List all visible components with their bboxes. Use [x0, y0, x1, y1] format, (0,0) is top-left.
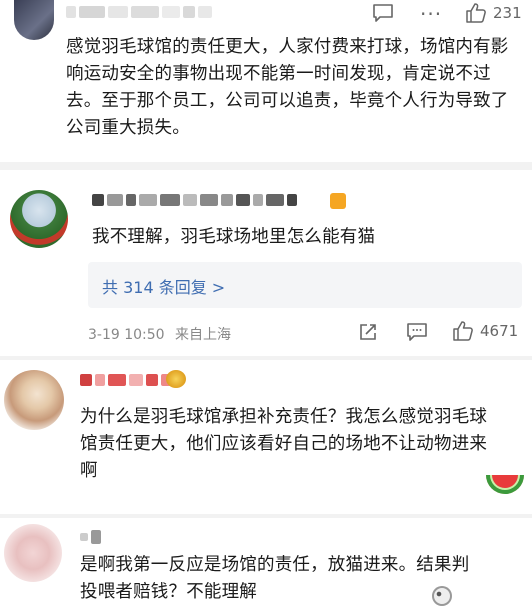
username-blurred[interactable]	[80, 530, 101, 544]
like-count: 231	[493, 4, 522, 22]
avatar[interactable]	[10, 190, 68, 248]
comment-meta: 3-19 10:50 来自上海	[88, 324, 231, 344]
dizzy-emoji	[432, 586, 452, 606]
username-blurred[interactable]	[92, 194, 297, 206]
comment-date: 3-19 10:50	[88, 327, 165, 343]
comment-icon	[373, 4, 393, 22]
avatar[interactable]	[4, 370, 64, 430]
comment-button[interactable]	[372, 3, 394, 23]
comment-text: 感觉羽毛球馆的责任更大，人家付费来打球，场馆内有影响运动安全的事物出现不能第一时…	[66, 37, 509, 138]
comment-text: 我不理解，羽毛球场地里怎么能有猫	[92, 227, 376, 247]
comment-button[interactable]	[406, 322, 428, 342]
more-icon[interactable]: ···	[420, 2, 442, 26]
like-button[interactable]: 231	[465, 2, 522, 24]
like-icon	[466, 3, 486, 23]
comment-icon	[407, 323, 427, 341]
watermelon-emoji	[486, 475, 524, 501]
crown-badge-icon	[166, 370, 186, 388]
avatar[interactable]	[14, 0, 54, 40]
divider	[0, 162, 532, 170]
divider	[0, 356, 532, 360]
badge-icon	[330, 193, 346, 209]
like-button[interactable]: 4671	[452, 320, 518, 342]
like-icon	[453, 321, 473, 341]
reply-count-label: 共 314 条回复 >	[102, 278, 226, 297]
share-icon	[360, 324, 376, 340]
username-blurred[interactable]	[66, 6, 212, 18]
username-blurred[interactable]	[80, 374, 171, 386]
divider	[0, 514, 532, 518]
like-count: 4671	[480, 322, 519, 340]
reply-thread-link[interactable]: 共 314 条回复 >	[88, 262, 522, 308]
comment-location: 来自上海	[175, 327, 232, 343]
share-button[interactable]	[358, 322, 378, 342]
comment-text: 为什么是羽毛球馆承担补充责任？我怎么感觉羽毛球馆责任更大，他们应该看好自己的场地…	[80, 407, 488, 481]
comment-text: 是啊我第一反应是场馆的责任，放猫进来。结果判投喂者赔钱？不能理解	[80, 555, 470, 602]
avatar[interactable]	[4, 524, 62, 582]
